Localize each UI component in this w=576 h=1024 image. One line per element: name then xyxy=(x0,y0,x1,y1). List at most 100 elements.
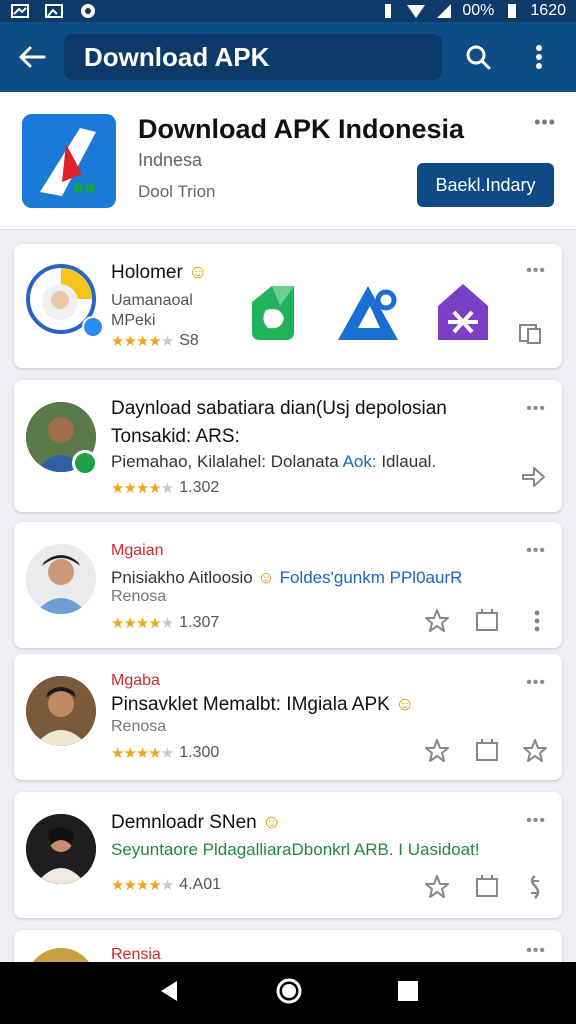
rating: ★★★★★ 1.302 xyxy=(111,479,219,497)
app-icon-blue[interactable] xyxy=(336,282,400,349)
system-nav-bar xyxy=(0,962,576,1024)
card-tag: Mgaba xyxy=(111,672,160,689)
nav-back-button[interactable] xyxy=(157,979,181,1008)
card-line: Pnisiakho Aitloosio ☺ Foldes'gunkm PPl0a… xyxy=(111,568,462,588)
notification-icon xyxy=(10,3,30,19)
card-meta: Renosa xyxy=(111,718,167,735)
card-line: Piemahao, Kilalahel: Dolanata Aok: Idlau… xyxy=(111,452,436,472)
share-icon[interactable] xyxy=(518,462,548,492)
rating-count: 4.A01 xyxy=(179,876,222,893)
list-item[interactable]: Mgaba Pinsavklet Memalbt: IMgiala APK ☺ … xyxy=(14,654,562,780)
bookmark-icon[interactable] xyxy=(472,736,502,766)
battery-percent: 00% xyxy=(462,2,495,19)
app-logo xyxy=(22,114,116,208)
card-more-icon[interactable]: ••• xyxy=(526,542,546,560)
card-line-text: Pinsavklet Memalbt: IMgiala APK xyxy=(111,694,390,715)
card-title: Demnloadr SNen ☺ xyxy=(111,812,281,834)
battery-icon xyxy=(502,3,522,19)
app-icon-green[interactable] xyxy=(242,282,302,349)
favorite-icon[interactable] xyxy=(422,606,452,636)
more-vert-icon[interactable] xyxy=(522,606,552,636)
card-title-text: Holomer xyxy=(111,262,183,283)
app-notification-icon xyxy=(78,3,98,19)
bookmark-icon[interactable] xyxy=(472,872,502,902)
card-title: Tonsakid: ARS: xyxy=(111,426,240,447)
status-bar: 00% 1620 xyxy=(0,0,576,22)
app-bar: Download APK xyxy=(0,22,576,92)
card-line: MPeki xyxy=(111,312,156,329)
bookmark-icon[interactable] xyxy=(472,606,502,636)
card-meta: Renosa xyxy=(111,588,167,605)
smile-emoji-icon: ☺ xyxy=(188,262,208,283)
star-rating-icon: ★★★★★ xyxy=(111,615,174,632)
card-more-icon[interactable]: ••• xyxy=(526,674,546,692)
header-meta: Dool Trion xyxy=(138,182,216,201)
nav-recents-button[interactable] xyxy=(397,980,419,1007)
card-line: Seyuntaore PldagalliaraDbonkrl ARB. I Ua… xyxy=(111,840,480,859)
header-action-button[interactable]: Baekl.Indary xyxy=(417,163,554,207)
vibrate-icon xyxy=(378,3,398,19)
rating-count: 1.302 xyxy=(179,479,220,496)
list-item[interactable]: Holomer ☺ Uamanaoal MPeki ★★★★★ S8 ••• xyxy=(14,244,562,368)
smile-emoji-icon: ☺ xyxy=(262,812,282,833)
arrow-left-icon xyxy=(19,46,46,68)
rating-count: S8 xyxy=(179,332,199,349)
card-tag: Mgaian xyxy=(111,542,164,559)
app-icon-purple[interactable] xyxy=(432,282,494,349)
list-item[interactable]: Daynload sabatiara dian(Usj depolosian T… xyxy=(14,380,562,512)
avatar xyxy=(26,544,96,614)
search-icon xyxy=(466,45,491,70)
back-button[interactable] xyxy=(0,22,64,92)
star-rating-icon: ★★★★★ xyxy=(111,745,174,762)
list-item[interactable]: Demnloadr SNen ☺ Seyuntaore Pldagalliara… xyxy=(14,792,562,918)
rating-count: 1.300 xyxy=(179,744,220,761)
header-subtitle: Indnesa xyxy=(138,150,203,170)
card-title: Holomer ☺ xyxy=(111,262,208,284)
list-item[interactable]: Mgaian Pnisiakho Aitloosio ☺ Foldes'gunk… xyxy=(14,522,562,648)
avatar xyxy=(26,676,96,746)
search-text: Download APK xyxy=(84,41,270,72)
verified-badge-icon xyxy=(82,316,104,338)
favorite-icon[interactable] xyxy=(422,872,452,902)
rating: ★★★★★ 4.A01 xyxy=(111,876,221,894)
wifi-icon xyxy=(406,3,426,19)
circle-home-icon xyxy=(276,978,302,1003)
smile-emoji-icon: ☺ xyxy=(257,568,275,587)
nav-home-button[interactable] xyxy=(275,977,303,1010)
card-more-icon[interactable]: ••• xyxy=(526,942,546,960)
card-line: Pinsavklet Memalbt: IMgiala APK ☺ xyxy=(111,694,414,716)
rating: ★★★★★ 1.307 xyxy=(111,614,219,632)
smile-emoji-icon: ☺ xyxy=(395,694,415,715)
card-more-icon[interactable]: ••• xyxy=(526,262,546,280)
install-icon[interactable] xyxy=(516,318,546,348)
badge-icon xyxy=(72,450,98,476)
search-field[interactable]: Download APK xyxy=(64,34,442,80)
card-line: Uamanaoal xyxy=(111,292,193,309)
card-title-text: Demnloadr SNen xyxy=(111,812,257,833)
clock: 1620 xyxy=(530,2,566,19)
rate-star-icon[interactable] xyxy=(520,736,550,766)
card-link[interactable]: Aok: xyxy=(343,452,377,471)
star-rating-icon: ★★★★★ xyxy=(111,877,174,894)
star-rating-icon: ★★★★★ xyxy=(111,480,174,497)
card-more-icon[interactable]: ••• xyxy=(526,812,546,830)
card-link[interactable]: Foldes'gunkm PPl0aurR xyxy=(280,568,463,587)
page-title: Download APK Indonesia xyxy=(138,114,465,144)
gallery-icon xyxy=(44,3,64,19)
link-icon[interactable] xyxy=(520,872,550,902)
more-vert-icon xyxy=(536,45,542,69)
signal-icon xyxy=(434,3,454,19)
card-title: Daynload sabatiara dian(Usj depolosian xyxy=(111,398,447,419)
search-button[interactable] xyxy=(442,22,514,92)
header-more-icon[interactable]: ••• xyxy=(534,112,556,133)
card-line-text: Piemahao, Kilalahel: Dolanata xyxy=(111,452,339,471)
avatar xyxy=(26,814,96,884)
overflow-menu-button[interactable] xyxy=(514,22,564,92)
card-line-text: Idlaual. xyxy=(381,452,437,471)
rating: ★★★★★ 1.300 xyxy=(111,744,219,762)
card-more-icon[interactable]: ••• xyxy=(526,400,546,418)
app-header: Download APK Indonesia Indnesa Dool Trio… xyxy=(0,92,576,230)
rating-count: 1.307 xyxy=(179,614,220,631)
favorite-icon[interactable] xyxy=(422,736,452,766)
card-line-text: Pnisiakho Aitloosio xyxy=(111,568,253,587)
